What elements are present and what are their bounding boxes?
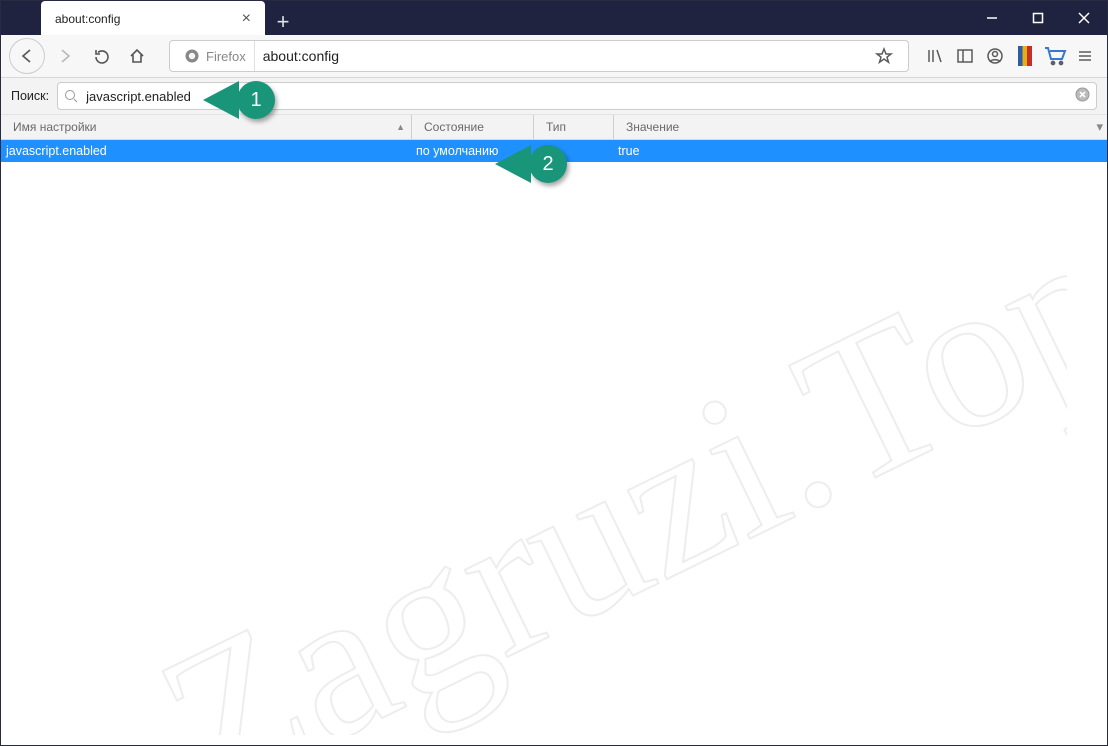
- reload-button[interactable]: [85, 40, 117, 72]
- clear-search-icon[interactable]: [1075, 87, 1090, 105]
- close-tab-icon[interactable]: ×: [238, 10, 255, 28]
- annotation-2: 2: [529, 145, 567, 183]
- titlebar: about:config × +: [1, 1, 1107, 35]
- annotation-1: 1: [237, 81, 275, 119]
- column-picker-icon[interactable]: ▾: [1096, 119, 1103, 135]
- window-controls: [969, 1, 1107, 35]
- cell-value: true: [613, 144, 1107, 158]
- identity-label: Firefox: [206, 49, 246, 64]
- sort-asc-icon: ▲: [396, 122, 405, 132]
- close-window-button[interactable]: [1061, 1, 1107, 35]
- identity-block[interactable]: Firefox: [176, 41, 255, 71]
- column-status-label: Состояние: [424, 120, 484, 134]
- config-search-bar: Поиск:: [1, 78, 1107, 115]
- column-value-label: Значение: [626, 120, 679, 134]
- url-text[interactable]: about:config: [255, 48, 870, 64]
- column-type-label: Тип: [546, 120, 566, 134]
- browser-tab[interactable]: about:config ×: [41, 1, 265, 35]
- back-button[interactable]: [9, 38, 45, 74]
- home-button[interactable]: [121, 40, 153, 72]
- toolbar-right: [921, 42, 1099, 70]
- star-icon[interactable]: [870, 42, 898, 70]
- tab-strip: about:config × +: [1, 1, 301, 35]
- column-status[interactable]: Состояние: [411, 115, 533, 139]
- svg-text:Zagruzi.Top: Zagruzi.Top: [126, 180, 1067, 735]
- library-icon[interactable]: [921, 42, 949, 70]
- column-value[interactable]: Значение: [613, 115, 1107, 139]
- column-name-label: Имя настройки: [13, 120, 97, 134]
- maximize-button[interactable]: [1015, 1, 1061, 35]
- cell-name: javascript.enabled: [1, 144, 411, 158]
- search-icon: [64, 89, 78, 103]
- account-icon[interactable]: [981, 42, 1009, 70]
- bookmark-icon[interactable]: [1011, 42, 1039, 70]
- address-bar[interactable]: Firefox about:config: [169, 40, 909, 72]
- minimize-button[interactable]: [969, 1, 1015, 35]
- config-table-header: Имя настройки ▲ Состояние Тип Значение ▾: [1, 115, 1107, 140]
- nav-toolbar: Firefox about:config: [1, 35, 1107, 78]
- sidebar-icon[interactable]: [951, 42, 979, 70]
- config-search-label: Поиск:: [11, 89, 49, 103]
- menu-icon[interactable]: [1071, 42, 1099, 70]
- cart-icon[interactable]: [1041, 42, 1069, 70]
- watermark: Zagruzi.Top: [41, 131, 1067, 735]
- forward-button[interactable]: [49, 40, 81, 72]
- column-type[interactable]: Тип: [533, 115, 613, 139]
- tab-title: about:config: [55, 12, 238, 26]
- new-tab-button[interactable]: +: [265, 9, 301, 35]
- firefox-icon: [184, 48, 200, 64]
